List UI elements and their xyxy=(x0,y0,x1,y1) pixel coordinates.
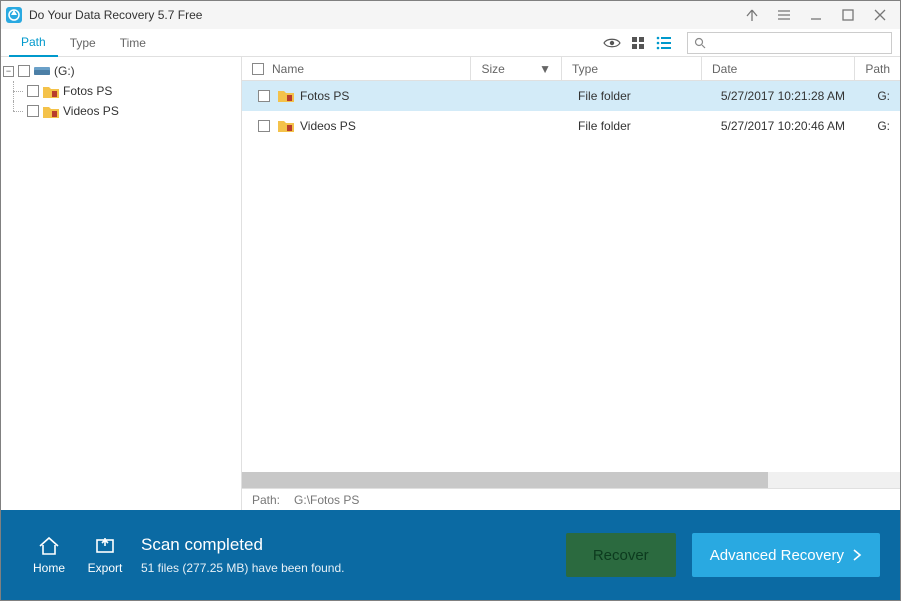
folder-icon xyxy=(43,103,59,119)
tree-checkbox[interactable] xyxy=(27,85,39,97)
header-name[interactable]: Name xyxy=(242,57,471,80)
row-type: File folder xyxy=(568,89,711,103)
row-date: 5/27/2017 10:20:46 AM xyxy=(711,119,867,133)
footer-bar: Home Export Scan completed 51 files (277… xyxy=(1,510,900,600)
file-rows: Fotos PS File folder 5/27/2017 10:21:28 … xyxy=(242,81,900,472)
title-bar: Do Your Data Recovery 5.7 Free xyxy=(1,1,900,29)
tree-root-row[interactable]: − (G:) xyxy=(3,61,239,81)
tree-child-row[interactable]: Fotos PS xyxy=(3,81,239,101)
drive-icon xyxy=(34,63,50,79)
search-box xyxy=(687,32,892,54)
content-area: − (G:) Fotos PS Videos PS Name xyxy=(1,57,900,510)
tab-type[interactable]: Type xyxy=(58,29,108,57)
select-all-checkbox[interactable] xyxy=(252,63,264,75)
header-path[interactable]: Path xyxy=(855,57,900,80)
column-headers: Name Size ▼ Type Date Path xyxy=(242,57,900,81)
maximize-button[interactable] xyxy=(838,5,858,25)
tree-child-label: Fotos PS xyxy=(63,84,112,98)
tab-time[interactable]: Time xyxy=(108,29,158,57)
tree-child-label: Videos PS xyxy=(63,104,119,118)
app-logo-icon xyxy=(5,6,23,24)
advanced-recovery-button[interactable]: Advanced Recovery xyxy=(692,533,880,577)
row-checkbox[interactable] xyxy=(258,90,270,102)
status-text: Scan completed 51 files (277.25 MB) have… xyxy=(141,535,344,575)
status-title: Scan completed xyxy=(141,535,344,555)
row-date: 5/27/2017 10:21:28 AM xyxy=(711,89,867,103)
folder-icon xyxy=(43,83,59,99)
status-detail: 51 files (277.25 MB) have been found. xyxy=(141,561,344,575)
tree-child-row[interactable]: Videos PS xyxy=(3,101,239,121)
horizontal-scrollbar[interactable] xyxy=(242,472,900,488)
folder-icon xyxy=(278,118,294,134)
search-icon xyxy=(694,37,706,49)
collapse-icon[interactable]: − xyxy=(3,66,14,77)
path-bar: Path: G:\Fotos PS xyxy=(242,488,900,510)
folder-icon xyxy=(278,88,294,104)
preview-icon[interactable] xyxy=(603,34,621,52)
recover-button[interactable]: Recover xyxy=(566,533,676,577)
tree-checkbox[interactable] xyxy=(27,105,39,117)
list-view-icon[interactable] xyxy=(655,34,673,52)
export-button[interactable]: Export xyxy=(77,535,133,575)
up-arrow-icon[interactable] xyxy=(742,5,762,25)
grid-view-icon[interactable] xyxy=(629,34,647,52)
file-list-panel: Name Size ▼ Type Date Path Fotos PS File… xyxy=(242,57,900,510)
home-icon xyxy=(37,535,61,557)
tree-root-label: (G:) xyxy=(54,64,75,78)
minimize-button[interactable] xyxy=(806,5,826,25)
file-row[interactable]: Fotos PS File folder 5/27/2017 10:21:28 … xyxy=(242,81,900,111)
close-button[interactable] xyxy=(870,5,890,25)
header-date[interactable]: Date xyxy=(702,57,855,80)
folder-tree: − (G:) Fotos PS Videos PS xyxy=(1,57,242,510)
menu-icon[interactable] xyxy=(774,5,794,25)
row-type: File folder xyxy=(568,119,711,133)
row-path: G: xyxy=(867,119,900,133)
row-name: Videos PS xyxy=(300,119,356,133)
search-input[interactable] xyxy=(712,37,885,49)
row-name: Fotos PS xyxy=(300,89,349,103)
path-label: Path: xyxy=(252,493,280,507)
tab-path[interactable]: Path xyxy=(9,29,58,57)
tabs-bar: Path Type Time xyxy=(1,29,900,57)
header-size[interactable]: Size ▼ xyxy=(471,57,562,80)
path-value: G:\Fotos PS xyxy=(294,493,359,507)
export-icon xyxy=(93,535,117,557)
tree-checkbox[interactable] xyxy=(18,65,30,77)
file-row[interactable]: Videos PS File folder 5/27/2017 10:20:46… xyxy=(242,111,900,141)
chevron-right-icon xyxy=(852,548,862,562)
row-path: G: xyxy=(867,89,900,103)
home-button[interactable]: Home xyxy=(21,535,77,575)
window-title: Do Your Data Recovery 5.7 Free xyxy=(29,8,742,22)
sort-desc-icon: ▼ xyxy=(539,62,551,76)
header-type[interactable]: Type xyxy=(562,57,702,80)
row-checkbox[interactable] xyxy=(258,120,270,132)
